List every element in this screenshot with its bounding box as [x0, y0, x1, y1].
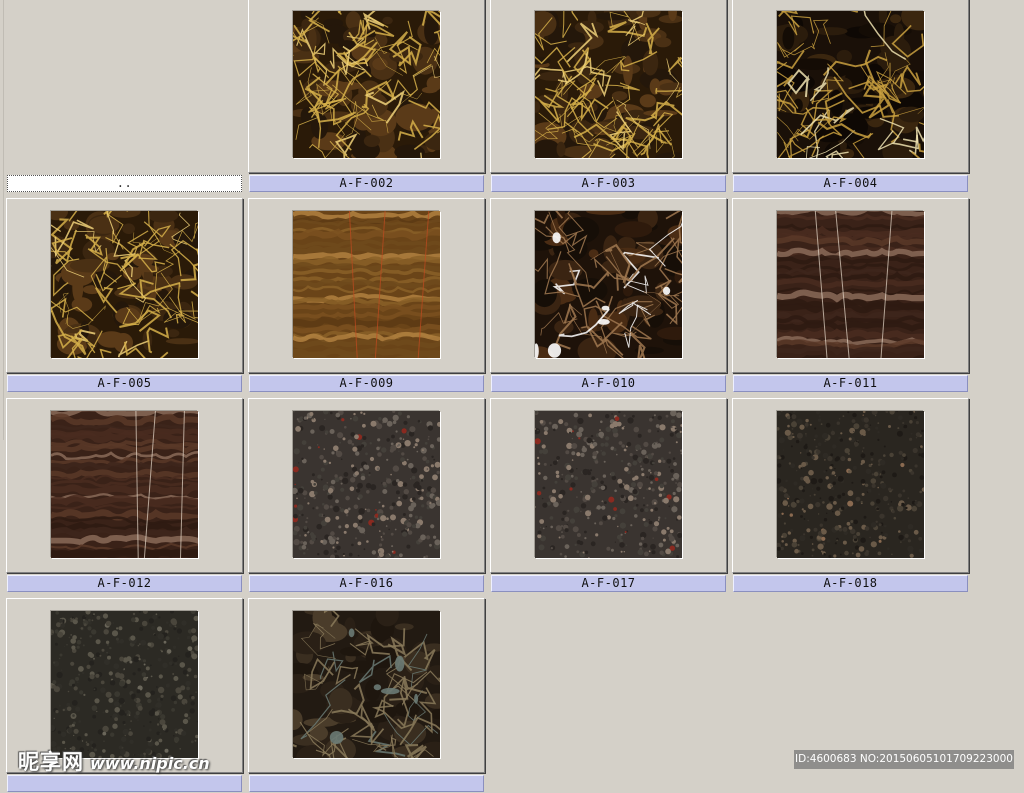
- thumbnail-frame: [490, 198, 727, 373]
- thumbnail-frame: [248, 0, 485, 173]
- image-id-watermark: ID:4600683 NO:20150605101709223000: [794, 750, 1014, 769]
- thumbnail-item[interactable]: A-F-018: [732, 398, 969, 593]
- thumbnail-label[interactable]: A-F-011: [733, 375, 968, 392]
- thumbnail-image[interactable]: [51, 411, 198, 558]
- thumbnail-image[interactable]: [51, 211, 198, 358]
- thumbnail-frame: [6, 398, 243, 573]
- watermark-url: www.nipic.cn: [90, 754, 210, 773]
- thumbnail-label[interactable]: A-F-018: [733, 575, 968, 592]
- parent-folder-frame: [6, 0, 243, 173]
- thumbnail-image[interactable]: [293, 11, 440, 158]
- thumbnail-frame: [248, 398, 485, 573]
- thumbnail-image[interactable]: [777, 11, 924, 158]
- thumbnail-frame: [732, 398, 969, 573]
- thumbnail-frame: [732, 198, 969, 373]
- thumbnail-label[interactable]: A-F-003: [491, 175, 726, 192]
- thumbnail-item[interactable]: A-F-011: [732, 198, 969, 393]
- thumbnail-frame: [732, 0, 969, 173]
- thumbnail-item[interactable]: A-F-009: [248, 198, 485, 393]
- thumbnail-label[interactable]: A-F-005: [7, 375, 242, 392]
- thumbnail-item[interactable]: A-F-003: [490, 0, 727, 193]
- thumbnail-item[interactable]: A-F-010: [490, 198, 727, 393]
- thumbnail-image[interactable]: [777, 411, 924, 558]
- thumbnail-label[interactable]: [7, 775, 242, 792]
- thumbnail-grid[interactable]: .. A-F-002 A-F-003 A-F-004 A-F-005 A-F-009 A-…: [0, 0, 1024, 792]
- thumbnail-item[interactable]: A-F-005: [6, 198, 243, 393]
- thumbnail-image[interactable]: [777, 211, 924, 358]
- thumbnail-label[interactable]: A-F-002: [249, 175, 484, 192]
- thumbnail-item[interactable]: A-F-012: [6, 398, 243, 593]
- thumbnail-frame: [6, 198, 243, 373]
- watermark-logo-text: 昵享网: [18, 750, 84, 774]
- parent-folder-item[interactable]: ..: [6, 0, 243, 193]
- thumbnail-label[interactable]: [249, 775, 484, 792]
- thumbnail-item[interactable]: A-F-017: [490, 398, 727, 593]
- thumbnail-image[interactable]: [535, 411, 682, 558]
- thumbnail-label[interactable]: A-F-009: [249, 375, 484, 392]
- thumbnail-label[interactable]: A-F-010: [491, 375, 726, 392]
- site-watermark: 昵享网 www.nipic.cn: [18, 746, 210, 774]
- thumbnail-image[interactable]: [293, 211, 440, 358]
- thumbnail-image[interactable]: [535, 11, 682, 158]
- thumbnail-item[interactable]: A-F-004: [732, 0, 969, 193]
- thumbnail-label[interactable]: A-F-016: [249, 575, 484, 592]
- thumbnail-label[interactable]: A-F-012: [7, 575, 242, 592]
- parent-folder-label[interactable]: ..: [7, 175, 242, 192]
- thumbnail-image[interactable]: [293, 611, 440, 758]
- thumbnail-label[interactable]: A-F-017: [491, 575, 726, 592]
- thumbnail-image[interactable]: [51, 611, 198, 758]
- thumbnail-label[interactable]: A-F-004: [733, 175, 968, 192]
- thumbnail-frame: [490, 0, 727, 173]
- thumbnail-item[interactable]: A-F-016: [248, 398, 485, 593]
- thumbnail-item[interactable]: A-F-002: [248, 0, 485, 193]
- thumbnail-image[interactable]: [535, 211, 682, 358]
- thumbnail-image[interactable]: [293, 411, 440, 558]
- thumbnail-frame: [248, 198, 485, 373]
- thumbnail-frame: [490, 398, 727, 573]
- thumbnail-frame: [248, 598, 485, 773]
- thumbnail-item[interactable]: [248, 598, 485, 793]
